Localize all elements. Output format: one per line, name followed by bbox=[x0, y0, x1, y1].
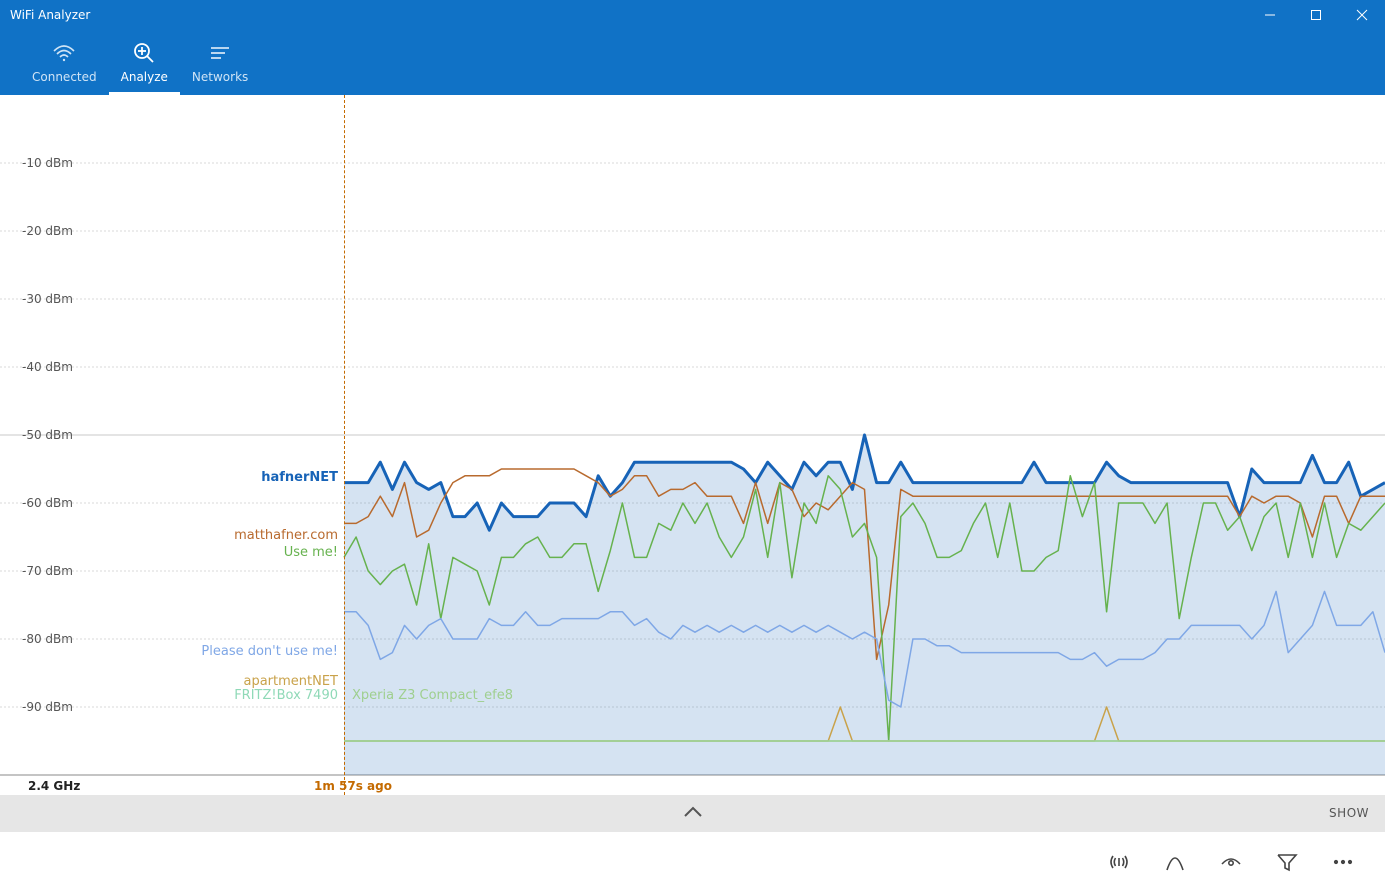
wifi-icon bbox=[52, 40, 76, 66]
title-bar: WiFi Analyzer bbox=[0, 0, 1385, 30]
band-label: 2.4 GHz bbox=[28, 779, 80, 793]
tab-label: Networks bbox=[192, 70, 248, 84]
series-label: matthafner.com bbox=[234, 528, 338, 543]
cursor-time-label: 1m 57s ago bbox=[314, 779, 392, 793]
show-button[interactable]: SHOW bbox=[1329, 795, 1369, 831]
nav-tabs: Connected Analyze Networks bbox=[0, 30, 1385, 95]
analyze-icon bbox=[132, 40, 156, 66]
close-button[interactable] bbox=[1339, 0, 1385, 30]
series-label: Please don't use me! bbox=[201, 644, 338, 659]
time-cursor bbox=[344, 95, 345, 795]
more-icon[interactable] bbox=[1329, 848, 1357, 876]
tab-analyze[interactable]: Analyze bbox=[109, 34, 180, 95]
tab-connected[interactable]: Connected bbox=[20, 34, 109, 95]
app-title: WiFi Analyzer bbox=[0, 8, 1247, 22]
bottom-toolbar bbox=[0, 831, 1385, 891]
series-label: hafnerNET bbox=[261, 470, 338, 485]
signal-chart: 2.4 GHz 1m 57s ago -10 dBm -20 dBm -30 dBm… bbox=[0, 95, 1385, 795]
series-label: Use me! bbox=[284, 545, 338, 560]
y-tick-label: -30 dBm bbox=[22, 292, 73, 306]
expander-bar[interactable]: SHOW bbox=[0, 795, 1385, 831]
filter-icon[interactable] bbox=[1273, 848, 1301, 876]
series-label: FRITZ!Box 7490 bbox=[234, 688, 338, 703]
tab-networks[interactable]: Networks bbox=[180, 34, 260, 95]
tab-label: Analyze bbox=[121, 70, 168, 84]
series-label: Xperia Z3 Compact_efe8 bbox=[352, 688, 513, 703]
chevron-up-icon bbox=[682, 804, 704, 823]
y-tick-label: -70 dBm bbox=[22, 564, 73, 578]
networks-icon bbox=[208, 40, 232, 66]
y-tick-label: -40 dBm bbox=[22, 360, 73, 374]
minimize-button[interactable] bbox=[1247, 0, 1293, 30]
y-tick-label: -60 dBm bbox=[22, 496, 73, 510]
tab-label: Connected bbox=[32, 70, 97, 84]
y-tick-label: -80 dBm bbox=[22, 632, 73, 646]
visibility-icon[interactable] bbox=[1217, 848, 1245, 876]
peak-icon[interactable] bbox=[1161, 848, 1189, 876]
y-tick-label: -50 dBm bbox=[22, 428, 73, 442]
y-tick-label: -10 dBm bbox=[22, 156, 73, 170]
y-tick-label: -90 dBm bbox=[22, 700, 73, 714]
broadcast-icon[interactable] bbox=[1105, 848, 1133, 876]
maximize-button[interactable] bbox=[1293, 0, 1339, 30]
y-tick-label: -20 dBm bbox=[22, 224, 73, 238]
